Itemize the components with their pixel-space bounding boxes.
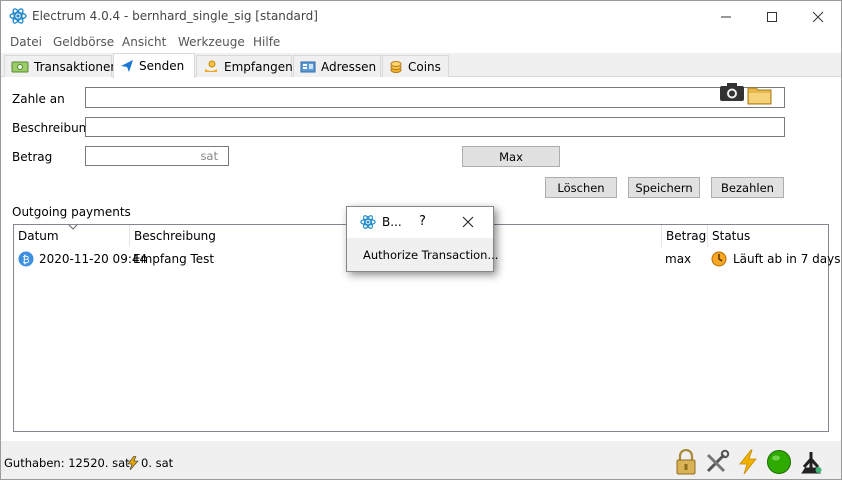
amount-input[interactable]: sat (85, 146, 229, 166)
tab-coins-label: Coins (408, 59, 441, 74)
tab-coins[interactable]: Coins (382, 55, 449, 77)
row-description: Empfang Test (133, 252, 215, 266)
menu-file[interactable]: Datei (10, 35, 42, 49)
tab-send[interactable]: Senden (113, 53, 195, 78)
maximize-button[interactable] (749, 1, 795, 32)
row-status: Läuft ab in 7 days (733, 252, 841, 266)
menu-wallet[interactable]: Geldbörse (53, 35, 114, 49)
electrum-logo-icon (360, 215, 376, 229)
expiring-icon (711, 251, 727, 267)
description-input[interactable] (85, 117, 785, 137)
window-title: Electrum 4.0.4 - bernhard_single_sig [st… (32, 9, 318, 23)
dialog-help-button[interactable]: ? (419, 214, 426, 229)
max-button[interactable]: Max (462, 146, 560, 167)
balance-text: Guthaben: 12520. sat (4, 456, 130, 470)
row-date: 2020-11-20 09:44 (39, 252, 148, 266)
status-bar: Guthaben: 12520. sat 0. sat (1, 441, 841, 479)
column-header-date[interactable]: Datum (14, 224, 130, 247)
sort-indicator-icon (68, 224, 78, 230)
pay-to-input[interactable] (85, 87, 785, 108)
minimize-icon (721, 16, 731, 17)
row-amount: max (665, 252, 692, 266)
outgoing-payments-label: Outgoing payments (12, 205, 131, 219)
tab-send-label: Senden (139, 59, 185, 73)
column-header-status[interactable]: Status (708, 225, 828, 247)
menu-view[interactable]: Ansicht (122, 35, 166, 49)
tab-receive[interactable]: Empfangen (196, 55, 293, 77)
lightning-balance-text: 0. sat (141, 456, 174, 470)
tab-bar: Transaktionen Senden Empfangen Adressen (1, 53, 841, 78)
tab-transactions[interactable]: Transaktionen (4, 55, 118, 77)
amount-unit: sat (200, 149, 218, 163)
menu-help[interactable]: Hilfe (253, 35, 280, 49)
folder-icon[interactable] (747, 85, 773, 105)
wallet-icon (11, 61, 29, 72)
pay-to-label: Zahle an (12, 92, 65, 106)
close-window-button[interactable] (795, 1, 841, 32)
tab-addresses-label: Adressen (321, 59, 377, 74)
tools-icon[interactable] (704, 449, 730, 475)
clear-button[interactable]: Löschen (545, 177, 617, 198)
title-bar: Electrum 4.0.4 - bernhard_single_sig [st… (1, 1, 841, 32)
close-icon (812, 11, 824, 22)
dialog-title-bar: B... ? (347, 207, 493, 238)
addresses-icon (300, 61, 316, 72)
bitcoin-icon: ₿ (18, 251, 34, 267)
lightning-icon[interactable] (735, 449, 761, 475)
receive-icon (205, 60, 217, 72)
maximize-icon (767, 11, 777, 22)
lightning-small-icon (127, 456, 139, 470)
pay-button[interactable]: Bezahlen (711, 177, 784, 198)
dialog-message: Authorize Transaction... (363, 248, 499, 262)
seed-icon[interactable] (798, 449, 824, 475)
tab-addresses[interactable]: Adressen (293, 55, 381, 77)
electrum-logo-icon (9, 8, 27, 24)
dialog-close-icon[interactable] (462, 216, 474, 228)
authorize-dialog: B... ? Authorize Transaction... (346, 206, 498, 272)
minimize-button[interactable] (703, 1, 749, 32)
column-header-amount[interactable]: Betrag (662, 225, 708, 247)
save-button[interactable]: Speichern (628, 177, 700, 198)
menu-tools[interactable]: Werkzeuge (178, 35, 245, 49)
tab-receive-label: Empfangen (224, 59, 293, 74)
menu-bar: Datei Geldbörse Ansicht Werkzeuge Hilfe (1, 32, 841, 53)
network-status-icon[interactable] (766, 449, 792, 475)
description-label: Beschreibung (12, 121, 94, 135)
svg-text:₿: ₿ (22, 254, 29, 266)
coins-icon (390, 60, 402, 73)
amount-label: Betrag (12, 150, 53, 164)
tab-transactions-label: Transaktionen (34, 59, 118, 74)
dialog-title: B... (382, 215, 402, 229)
send-icon (121, 60, 133, 72)
lock-icon[interactable] (673, 449, 699, 475)
camera-icon[interactable] (719, 82, 745, 102)
